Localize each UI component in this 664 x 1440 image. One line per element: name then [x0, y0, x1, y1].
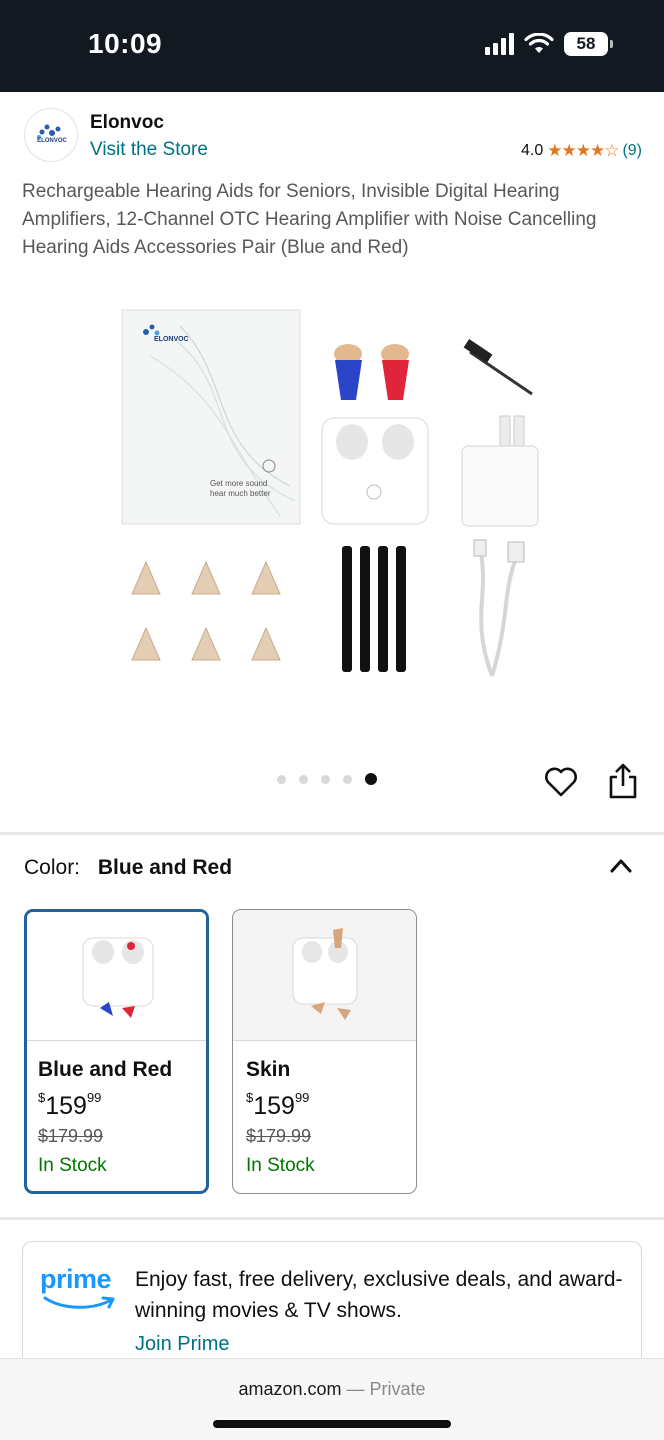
product-image[interactable]: ELONVOC Get more sound hear much better: [110, 296, 554, 696]
booklet-brand: ELONVOC: [154, 336, 189, 343]
prime-logo: prime: [40, 1264, 112, 1294]
usb-cable: [473, 539, 525, 677]
carousel-dot[interactable]: [277, 774, 286, 784]
cellular-signal-icon: [485, 33, 514, 55]
browser-url[interactable]: amazon.com — Private: [0, 1379, 664, 1400]
variant-thumbnail: [27, 912, 206, 1041]
manual-booklet: ELONVOC Get more sound hear much better: [121, 309, 301, 525]
variant-stock-status: In Stock: [246, 1155, 315, 1176]
status-time: 10:09: [88, 28, 163, 59]
chevron-up-icon[interactable]: [608, 856, 634, 874]
variant-price: $15999: [38, 1090, 102, 1120]
booklet-tagline-2: hear much better: [210, 489, 271, 498]
carousel-dot[interactable]: [321, 774, 330, 784]
status-bar: 10:09 58: [0, 0, 664, 92]
variant-list-price: $179.99: [246, 1126, 312, 1146]
product-title: Rechargeable Hearing Aids for Seniors, I…: [22, 181, 597, 258]
section-divider: [0, 1217, 664, 1220]
store-logo[interactable]: ELONVOC: [24, 108, 78, 162]
prime-description: Enjoy fast, free delivery, exclusive dea…: [135, 1268, 623, 1322]
booklet-tagline-1: Get more sound: [210, 479, 267, 488]
variant-thumbnail-image: [292, 928, 358, 1020]
rating-value: 4.0: [520, 142, 544, 159]
heart-icon[interactable]: [543, 764, 579, 800]
variant-price: $15999: [246, 1090, 310, 1120]
variant-name: Blue and Red: [38, 1058, 173, 1081]
browser-address-bar[interactable]: amazon.com — Private: [0, 1358, 664, 1440]
cleaning-brush: [463, 339, 533, 396]
battery-indicator: 58: [564, 32, 613, 56]
selected-color: Blue and Red: [97, 856, 233, 879]
color-option-skin[interactable]: Skin $15999 $179.99 In Stock: [232, 909, 417, 1194]
review-count-link[interactable]: (9): [622, 142, 642, 160]
visit-store-link[interactable]: Visit the Store: [90, 139, 208, 161]
color-option-blue-and-red[interactable]: Blue and Red $15999 $179.99 In Stock: [24, 909, 209, 1194]
variant-list-price: $179.99: [38, 1126, 104, 1146]
color-label: Color:: [24, 856, 81, 879]
variant-thumbnail-image: [82, 937, 154, 1018]
charging-case: [321, 417, 429, 525]
variant-name: Skin: [246, 1058, 291, 1081]
share-icon[interactable]: [606, 762, 640, 800]
wifi-icon: [524, 33, 554, 53]
ear-domes: [131, 560, 281, 661]
carousel-dot[interactable]: [299, 774, 308, 784]
image-carousel-dots[interactable]: [277, 773, 377, 785]
section-divider: [0, 832, 664, 835]
variant-thumbnail: [233, 910, 416, 1041]
carousel-dot[interactable]: [343, 774, 352, 784]
rating-summary[interactable]: 4.0 ★★★★☆ (9): [521, 141, 642, 161]
variant-stock-status: In Stock: [38, 1155, 107, 1176]
status-icons: 58: [485, 32, 613, 56]
logo-text: ELONVOC: [37, 138, 67, 144]
wall-adapter: [461, 415, 539, 527]
product-image-illustration: ELONVOC Get more sound hear much better: [121, 309, 539, 677]
carousel-dot-active[interactable]: [365, 773, 377, 785]
store-name: Elonvoc: [90, 112, 164, 133]
star-rating-icon: ★★★★☆: [547, 141, 619, 160]
color-selector-header: Color: Blue and Red: [24, 856, 232, 880]
wax-guard-tools: [342, 546, 406, 672]
hearing-aids-pair: [334, 344, 409, 400]
home-indicator[interactable]: [213, 1420, 451, 1428]
join-prime-link[interactable]: Join Prime: [135, 1333, 229, 1356]
prime-smile-icon: [43, 1296, 115, 1309]
elonvoc-logo-icon: ELONVOC: [37, 124, 68, 144]
